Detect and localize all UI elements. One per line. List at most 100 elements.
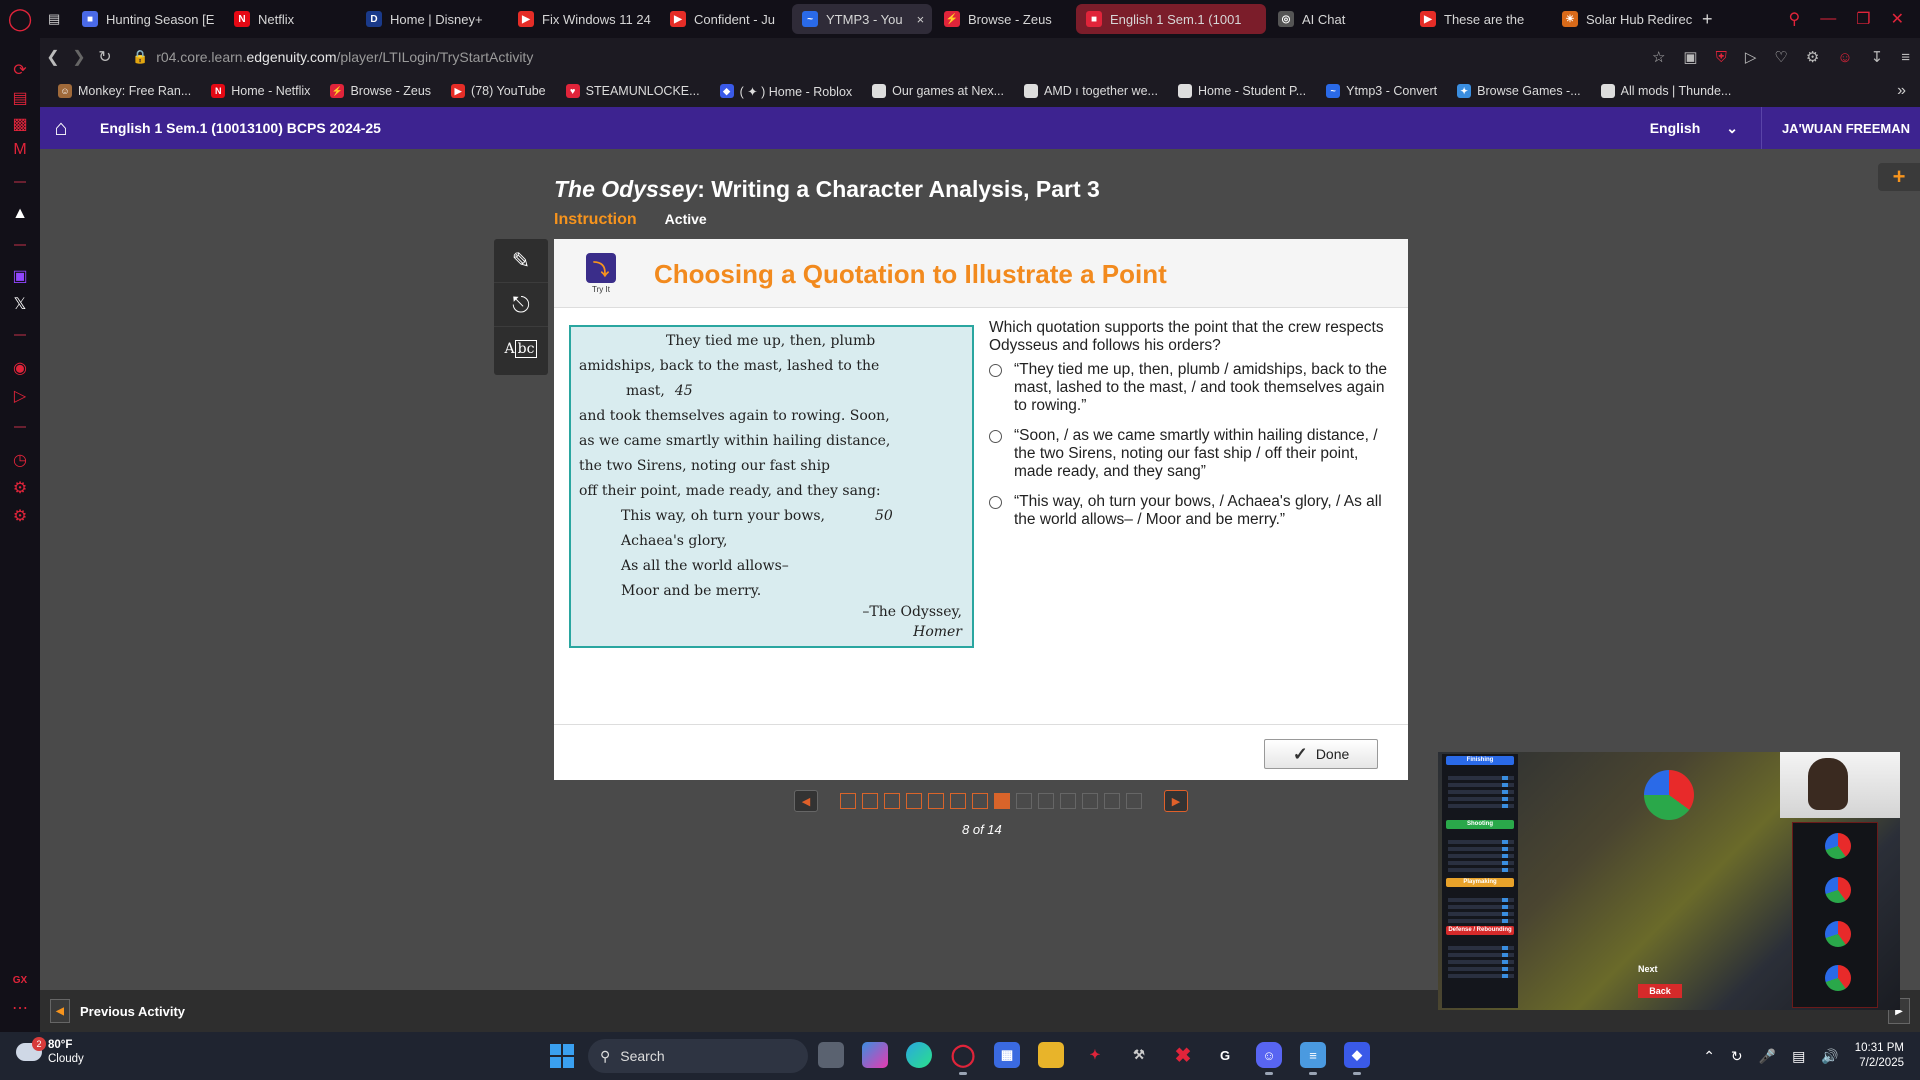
settings-icon[interactable]: ⚙ [8,504,32,528]
profile-icon[interactable]: ☺ [1837,49,1852,66]
overlay-back-button[interactable]: Back [1638,984,1682,998]
pager-step[interactable] [1038,793,1054,809]
snapshot-icon[interactable]: ▣ [1683,48,1697,66]
pager-step[interactable] [994,793,1010,809]
download-icon[interactable]: ↧ [1871,48,1884,66]
video-overlay[interactable]: Finishing Shooting Playmaking Defense / Reb… [1438,752,1900,1010]
pager-step[interactable] [862,793,878,809]
red-app-icon[interactable]: ✦ [1082,1042,1108,1068]
previous-activity-button[interactable]: ◀ Previous Activity [50,999,185,1023]
bookmark-item[interactable]: ☺ Monkey: Free Ran... [50,84,199,98]
file-explorer-icon[interactable] [1038,1042,1064,1068]
back-icon[interactable]: ❮ [40,47,66,67]
twitch-icon[interactable]: ▣ [8,264,32,288]
tab-overview-icon[interactable]: ▤ [40,4,72,34]
network-icon[interactable]: ▤ [1792,1048,1805,1065]
minimize-icon[interactable]: — [1820,10,1836,28]
browser-tab[interactable]: ⚡ Browse - Zeus [934,4,1074,34]
x-app-icon[interactable]: ✖ [1170,1042,1196,1068]
browser-tab[interactable]: ☀ Solar Hub Redirec [1552,4,1692,34]
pager-step[interactable] [950,793,966,809]
bookmark-item[interactable]: ♥ STEAMUNLOCKE... [558,84,708,98]
pager-next-icon[interactable]: ▶ [1164,790,1188,812]
bookmark-item[interactable]: N Home - Netflix [203,84,318,98]
browser-tab[interactable]: ~ YTMP3 - You × [792,4,932,34]
pager-step[interactable] [1016,793,1032,809]
shield-icon[interactable]: ⛨ [1716,49,1727,66]
player-icon[interactable]: ◉ [8,356,32,380]
pager-step[interactable] [1126,793,1142,809]
extensions-icon[interactable]: ⚙ [1806,48,1819,66]
volume-icon[interactable]: 🔊 [1821,1048,1838,1065]
store-icon[interactable]: ▦ [994,1042,1020,1068]
close-window-icon[interactable]: ✕ [1891,9,1904,29]
chevron-up-icon[interactable]: ⌃ [1703,1048,1715,1065]
pencil-icon[interactable]: ✎ [494,239,548,283]
home-icon[interactable]: ⌂ [40,107,82,149]
pager-step[interactable] [928,793,944,809]
browser-tab[interactable]: D Home | Disney+ [356,4,506,34]
bookmark-item[interactable]: All mods | Thunde... [1593,84,1740,98]
browser-tab[interactable]: ▶ Fix Windows 11 24 [508,4,658,34]
aria-icon[interactable]: ⟳ [8,58,32,82]
start-button[interactable] [550,1044,574,1068]
tab-instruction[interactable]: Instruction [554,211,637,229]
bookmark-item[interactable]: AMD ı together we... [1016,84,1166,98]
bookmark-item[interactable]: ~ Ytmp3 - Convert [1318,84,1445,98]
pager-step[interactable] [884,793,900,809]
search-tabs-icon[interactable]: ⚲ [1789,9,1801,29]
workspace-icon[interactable]: ▤ [8,86,32,110]
pager-step[interactable] [972,793,988,809]
more-bookmarks-icon[interactable]: » [1897,82,1906,100]
forward-icon[interactable]: ❯ [66,47,92,67]
browser-tab[interactable]: N Netflix [224,4,354,34]
language-select[interactable]: English ⌄ [1650,107,1738,149]
tool-icon[interactable]: ⚒ [1126,1042,1152,1068]
bookmark-item[interactable]: ▶ (78) YouTube [443,84,554,98]
bookmark-item[interactable]: ✦ Browse Games -... [1449,84,1589,98]
x-icon[interactable]: 𝕏 [8,292,32,316]
answer-option[interactable]: “Soon, / as we came smartly within haili… [989,427,1389,481]
pager-prev-icon[interactable]: ◀ [794,790,818,812]
bookmark-item[interactable]: ⚡ Browse - Zeus [322,84,439,98]
bookmark-item[interactable]: Home - Student P... [1170,84,1314,98]
heart-icon[interactable]: ♡ [1774,48,1787,66]
browser-tab[interactable]: ◎ AI Chat [1268,4,1408,34]
more-icon[interactable]: ⋯ [8,996,32,1020]
pager-step[interactable] [1104,793,1120,809]
extensions-sidebar-icon[interactable]: ⚙ [8,476,32,500]
tabs-icon[interactable]: ▩ [8,112,32,136]
discord-icon[interactable]: ☺ [1256,1042,1282,1075]
play-icon[interactable]: ▷ [1745,48,1757,66]
sync-icon[interactable]: ↻ [1731,1048,1743,1065]
pager-step[interactable] [840,793,856,809]
user-name[interactable]: JA'WUAN FREEMAN [1760,107,1910,149]
headphones-icon[interactable]: ⎋ [494,283,548,327]
history-icon[interactable]: ◷ [8,448,32,472]
roblox-icon[interactable]: ◆ [1344,1042,1370,1075]
browser-tab[interactable]: ▶ Confident - Ju [660,4,790,34]
answer-option[interactable]: “They tied me up, then, plumb / amidship… [989,361,1389,415]
opera-logo-icon[interactable]: ◯ [0,0,40,38]
radio-button[interactable] [989,496,1002,509]
clock[interactable]: 10:31 PM 7/2/2025 [1855,1041,1904,1071]
bookmark-item[interactable]: Our games at Nex... [864,84,1012,98]
weather-widget[interactable]: 2 80°F Cloudy [16,1037,84,1066]
menu-icon[interactable]: ≡ [1901,49,1910,66]
microphone-icon[interactable]: 🎤 [1759,1048,1776,1065]
pager-step[interactable] [906,793,922,809]
opera-gx-icon[interactable]: ◯ [950,1042,976,1075]
pager-step[interactable] [1082,793,1098,809]
notepad-icon[interactable]: ≡ [1300,1042,1326,1075]
mail-icon[interactable]: M [8,138,32,162]
new-tab-button[interactable]: + [1692,4,1723,34]
radio-button[interactable] [989,364,1002,377]
app-icon[interactable]: ▲ [8,202,32,226]
pager-step[interactable] [1060,793,1076,809]
send-icon[interactable]: ▷ [8,384,32,408]
bookmark-item[interactable]: ◆ ( ✦ ) Home - Roblox [712,84,861,99]
taskbar-search[interactable]: ⚲ Search [588,1039,808,1073]
browser-tab[interactable]: ■ English 1 Sem.1 (1001 [1076,4,1266,34]
edge-icon[interactable] [906,1042,932,1068]
radio-button[interactable] [989,430,1002,443]
